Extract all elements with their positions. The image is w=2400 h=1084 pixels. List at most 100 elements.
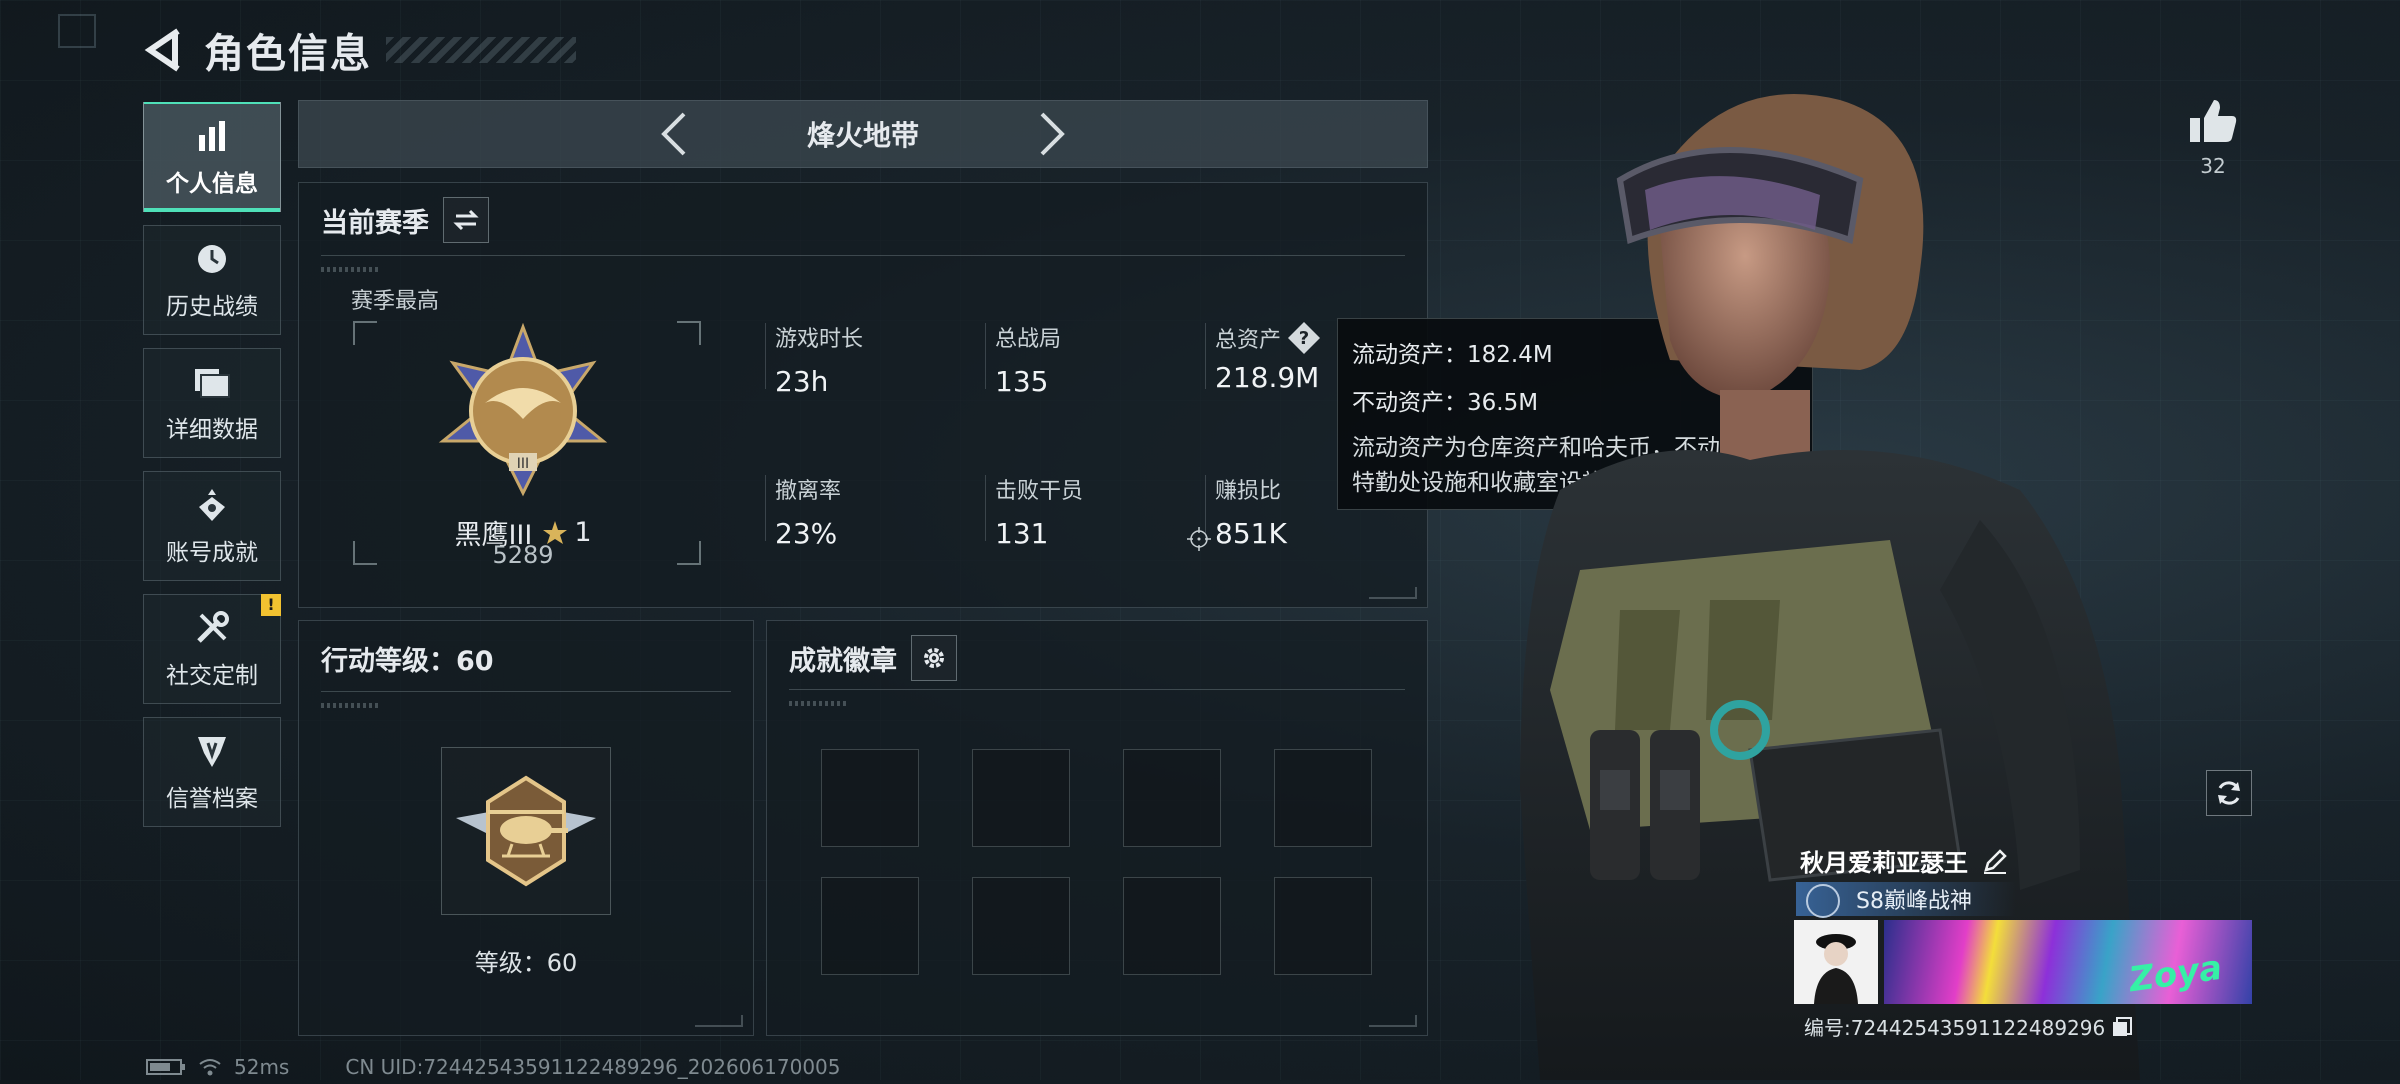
profile-banner: Zoya bbox=[1884, 920, 2252, 1004]
badge-settings-button[interactable] bbox=[911, 635, 957, 681]
frame-corner bbox=[677, 541, 701, 565]
warning-badge: ! bbox=[261, 594, 281, 616]
page-header: 角色信息 bbox=[140, 22, 576, 78]
stat-label: 游戏时长 bbox=[775, 327, 864, 352]
bar-chart-icon bbox=[192, 116, 232, 156]
achievement-icon bbox=[192, 485, 232, 525]
stat-label: 击败干员 bbox=[995, 479, 1084, 504]
title-stripes-decoration bbox=[386, 37, 576, 63]
season-switch-button[interactable] bbox=[443, 197, 489, 243]
folder-icon bbox=[192, 362, 232, 402]
stat-value: 23% bbox=[775, 517, 838, 550]
stat-profit-ratio: 赚损比 851K bbox=[1205, 473, 1287, 550]
prev-mode-button[interactable] bbox=[643, 104, 703, 164]
badge-slot[interactable] bbox=[821, 877, 919, 975]
back-arrow-icon[interactable] bbox=[140, 27, 186, 73]
frame-corner bbox=[677, 321, 701, 345]
refresh-button[interactable] bbox=[2206, 770, 2252, 816]
achievement-badges-panel: 成就徽章 bbox=[766, 620, 1428, 1036]
season-best-label: 赛季最高 bbox=[351, 289, 440, 314]
stat-label: 撤离率 bbox=[775, 479, 842, 504]
sidebar-item-detailed-data[interactable]: 详细数据 bbox=[143, 348, 281, 458]
stat-total-matches: 总战局 135 bbox=[984, 321, 1062, 398]
crosshair-icon bbox=[1187, 527, 1211, 555]
refresh-icon bbox=[2218, 781, 2240, 805]
mode-title: 烽火地带 bbox=[806, 119, 919, 152]
stat-value: 131 bbox=[995, 517, 1049, 550]
badge-slot[interactable] bbox=[972, 877, 1070, 975]
svg-text:?: ? bbox=[1299, 328, 1309, 349]
page-title: 角色信息 bbox=[204, 31, 372, 77]
action-level-panel: 行动等级：60 等级：60 bbox=[298, 620, 754, 1036]
level-emblem-frame bbox=[441, 747, 611, 915]
banner-text: Zoya bbox=[2126, 947, 2225, 1001]
thumbs-up-icon bbox=[2190, 100, 2237, 142]
sidebar-item-label: 历史战绩 bbox=[166, 294, 258, 320]
player-id: 编号:7244254359112248929​6 bbox=[1804, 1016, 2106, 1040]
rank-emblem-icon: III bbox=[435, 322, 611, 499]
chevron-right-icon bbox=[1040, 112, 1065, 156]
like-button[interactable]: 32 bbox=[2180, 98, 2246, 178]
frame-corner bbox=[353, 321, 377, 345]
player-title-bar: S8巅峰战神 bbox=[1796, 882, 2016, 918]
avatar-portrait-icon bbox=[1794, 920, 1878, 1004]
avatar[interactable] bbox=[1794, 920, 1878, 1004]
sidebar-item-personal-info[interactable]: 个人信息 bbox=[143, 102, 281, 212]
stat-play-time: 游戏时长 23h bbox=[764, 321, 864, 398]
sidebar-item-label: 社交定制 bbox=[166, 663, 258, 689]
corner-decoration bbox=[695, 1015, 743, 1027]
gear-icon bbox=[924, 648, 944, 668]
corner-decoration bbox=[1369, 587, 1417, 599]
divider bbox=[321, 255, 1405, 256]
badge-slot[interactable] bbox=[972, 749, 1070, 847]
next-mode-button[interactable] bbox=[1023, 104, 1083, 164]
badge-slot[interactable] bbox=[1274, 749, 1372, 847]
stripe-decoration bbox=[321, 267, 381, 272]
badge-slot[interactable] bbox=[1123, 749, 1221, 847]
player-title: S8巅峰战神 bbox=[1856, 889, 1972, 914]
badge-slot[interactable] bbox=[821, 749, 919, 847]
stripe-decoration bbox=[789, 701, 849, 706]
helicopter-emblem-icon bbox=[456, 775, 596, 887]
sidebar-item-history[interactable]: 历史战绩 bbox=[143, 225, 281, 335]
frame-corner bbox=[353, 541, 377, 565]
stat-label: 总战局 bbox=[995, 327, 1062, 352]
badge-slot[interactable] bbox=[1123, 877, 1221, 975]
wifi-icon bbox=[198, 1057, 222, 1077]
stat-value: 851K bbox=[1215, 517, 1287, 550]
stat-total-assets: 总资产 ? 218.9M bbox=[1204, 321, 1321, 394]
edit-name-icon[interactable] bbox=[1982, 848, 2008, 874]
uid-text: CN UID:7244254359112248929​6_20260617000… bbox=[345, 1055, 841, 1079]
stat-value: 218.9M bbox=[1215, 361, 1320, 394]
ping-text: 52ms bbox=[234, 1055, 290, 1079]
like-count: 32 bbox=[2200, 154, 2226, 178]
svg-text:III: III bbox=[517, 456, 529, 472]
mode-selector: 烽火地带 bbox=[298, 100, 1428, 168]
badges-header: 成就徽章 bbox=[789, 635, 957, 681]
player-id-row: 编号:7244254359112248929​6 bbox=[1804, 1012, 2133, 1041]
divider bbox=[789, 689, 1405, 690]
season-title: 当前赛季 bbox=[321, 207, 429, 239]
copy-icon[interactable] bbox=[2111, 1016, 2133, 1038]
corner-decoration bbox=[1369, 1015, 1417, 1027]
swap-icon bbox=[453, 209, 479, 231]
level-text: 等级：60 bbox=[474, 949, 578, 977]
stat-label: 总资产 bbox=[1215, 328, 1282, 353]
chevron-left-icon bbox=[661, 112, 686, 156]
sidebar-item-label: 个人信息 bbox=[166, 171, 258, 197]
sidebar-item-credit-archive[interactable]: 信誉档案 bbox=[143, 717, 281, 827]
status-bar: 52ms CN UID:7244254359112248929​6_202606… bbox=[146, 1055, 853, 1079]
stat-value: 23h bbox=[775, 365, 829, 398]
sidebar-item-social-custom[interactable]: ! 社交定制 bbox=[143, 594, 281, 704]
stat-kills: 击败干员 131 bbox=[984, 473, 1084, 550]
corner-decoration bbox=[58, 14, 96, 48]
help-icon[interactable]: ? bbox=[1287, 321, 1321, 355]
sidebar-item-label: 详细数据 bbox=[166, 417, 258, 443]
player-name-row: 秋月爱莉亚瑟王 bbox=[1800, 843, 2008, 878]
badges-title: 成就徽章 bbox=[789, 645, 897, 677]
badge-slot[interactable] bbox=[1274, 877, 1372, 975]
season-panel-header: 当前赛季 bbox=[321, 197, 489, 243]
sidebar-item-achievements[interactable]: 账号成就 bbox=[143, 471, 281, 581]
history-clock-icon bbox=[192, 239, 232, 279]
sidebar: 个人信息 历史战绩 详细数据 账号成就 ! 社交定制 信誉档案 bbox=[143, 102, 281, 840]
